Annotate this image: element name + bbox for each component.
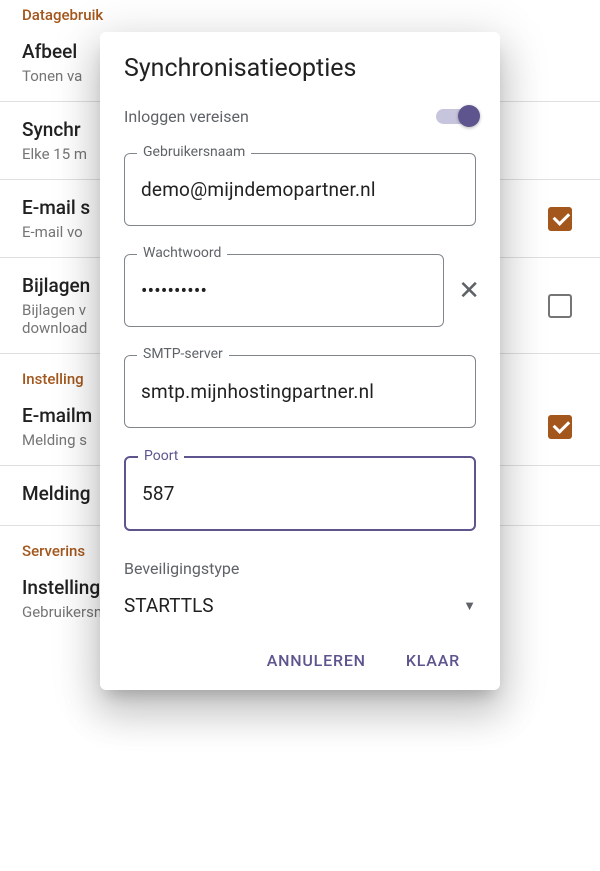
password-value: •••••••••• bbox=[141, 279, 427, 302]
checkbox-emailmeldingen[interactable] bbox=[548, 415, 572, 439]
port-label: Poort bbox=[138, 448, 184, 464]
password-label: Wachtwoord bbox=[137, 245, 227, 261]
password-row: Wachtwoord •••••••••• ✕ bbox=[124, 254, 486, 327]
dialog-title: Synchronisatieopties bbox=[100, 54, 500, 93]
port-value: 587 bbox=[142, 482, 458, 505]
dialog-actions: ANNULEREN KLAAR bbox=[100, 631, 500, 678]
port-field-group: Poort 587 bbox=[124, 456, 476, 531]
smtp-field-group: SMTP-server smtp.mijnhostingpartner.nl bbox=[124, 355, 476, 428]
sync-options-dialog: Synchronisatieopties Inloggen vereisen G… bbox=[100, 32, 500, 690]
security-type-value: STARTTLS bbox=[124, 594, 214, 617]
security-type-group: Beveiligingstype STARTTLS ▼ bbox=[124, 559, 476, 621]
smtp-value: smtp.mijnhostingpartner.nl bbox=[141, 380, 459, 403]
checkbox-email-sync[interactable] bbox=[548, 207, 572, 231]
username-value: demo@mijndemopartner.nl bbox=[141, 178, 459, 201]
clear-password-icon[interactable]: ✕ bbox=[452, 272, 486, 310]
require-signin-toggle[interactable] bbox=[436, 105, 476, 127]
checkbox-bijlagen[interactable] bbox=[548, 294, 572, 318]
require-signin-label: Inloggen vereisen bbox=[124, 107, 249, 126]
smtp-label: SMTP-server bbox=[137, 346, 229, 362]
security-type-label: Beveiligingstype bbox=[124, 559, 476, 578]
cancel-button[interactable]: ANNULEREN bbox=[267, 651, 366, 670]
security-type-select[interactable]: STARTTLS ▼ bbox=[124, 584, 476, 621]
smtp-field[interactable]: SMTP-server smtp.mijnhostingpartner.nl bbox=[124, 355, 476, 428]
done-button[interactable]: KLAAR bbox=[406, 651, 460, 670]
username-label: Gebruikersnaam bbox=[137, 144, 251, 160]
username-field-group: Gebruikersnaam demo@mijndemopartner.nl bbox=[124, 153, 476, 226]
username-field[interactable]: Gebruikersnaam demo@mijndemopartner.nl bbox=[124, 153, 476, 226]
chevron-down-icon: ▼ bbox=[463, 598, 476, 614]
password-field[interactable]: Wachtwoord •••••••••• bbox=[124, 254, 444, 327]
require-signin-row: Inloggen vereisen bbox=[100, 93, 500, 145]
port-field[interactable]: Poort 587 bbox=[124, 456, 476, 531]
section-header-datagebruik: Datagebruik bbox=[0, 0, 600, 24]
